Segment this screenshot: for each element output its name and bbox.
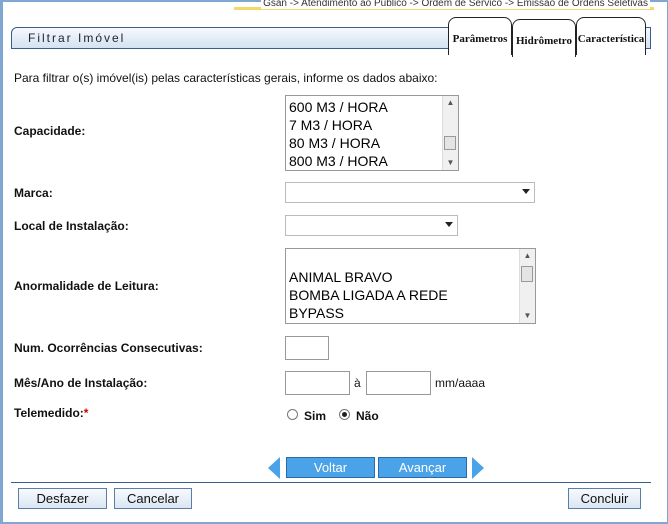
capacidade-listbox[interactable]: 600 M3 / HORA 7 M3 / HORA 80 M3 / HORA 8… bbox=[285, 95, 459, 171]
scroll-up-icon[interactable]: ▲ bbox=[443, 96, 458, 110]
local-instalacao-select[interactable] bbox=[285, 215, 458, 236]
scroll-down-icon[interactable]: ▼ bbox=[443, 156, 458, 170]
tab-hidrometro[interactable]: Hidrômetro bbox=[512, 19, 576, 57]
num-ocorrencias-label: Num. Ocorrências Consecutivas: bbox=[14, 341, 203, 355]
mes-ano-separator: à bbox=[354, 376, 361, 390]
telemedido-label: Telemedido:* bbox=[14, 406, 88, 420]
mes-ano-to-input[interactable] bbox=[366, 371, 431, 395]
local-instalacao-label: Local de Instalação: bbox=[14, 219, 129, 233]
anormalidade-scrollbar[interactable]: ▲ ▼ bbox=[519, 249, 535, 323]
num-ocorrencias-input[interactable] bbox=[285, 336, 329, 360]
telemedido-nao-label[interactable]: Não bbox=[356, 409, 379, 423]
divider bbox=[11, 482, 651, 483]
capacidade-label: Capacidade: bbox=[14, 124, 86, 138]
list-item[interactable]: 800 M3 / HORA bbox=[286, 152, 458, 170]
telemedido-sim-radio[interactable] bbox=[287, 409, 298, 420]
telemedido-nao-radio[interactable] bbox=[339, 409, 350, 420]
list-item[interactable]: BYPASS bbox=[286, 304, 535, 322]
desfazer-button[interactable]: Desfazer bbox=[18, 488, 107, 509]
mes-ano-format-hint: mm/aaaa bbox=[435, 376, 486, 390]
concluir-button[interactable]: Concluir bbox=[568, 488, 641, 509]
scroll-thumb[interactable] bbox=[444, 136, 456, 150]
page-title: Filtrar Imóvel bbox=[28, 31, 126, 45]
list-item[interactable]: 80 M3 / HORA bbox=[286, 134, 458, 152]
top-bar: Gsan -> Atendimento ao Publico -> Ordem … bbox=[0, 0, 668, 10]
chevron-down-icon bbox=[445, 222, 453, 227]
avancar-button[interactable]: Avançar bbox=[378, 457, 467, 478]
voltar-button[interactable]: Voltar bbox=[286, 457, 375, 478]
breadcrumb: Gsan -> Atendimento ao Publico -> Ordem … bbox=[261, 0, 650, 9]
arrow-left-icon[interactable] bbox=[268, 457, 280, 479]
capacidade-scrollbar[interactable]: ▲ ▼ bbox=[442, 96, 458, 170]
list-item[interactable]: 600 M3 / HORA bbox=[286, 98, 458, 116]
marca-label: Marca: bbox=[14, 186, 53, 200]
cancelar-button[interactable]: Cancelar bbox=[114, 488, 192, 509]
tab-caracteristica[interactable]: Característica bbox=[576, 17, 646, 55]
telemedido-sim-label[interactable]: Sim bbox=[304, 409, 326, 423]
chevron-down-icon bbox=[522, 189, 530, 194]
tab-parametros[interactable]: Parâmetros bbox=[448, 17, 512, 55]
mes-ano-from-input[interactable] bbox=[285, 371, 350, 395]
list-item[interactable]: 7 M3 / HORA bbox=[286, 116, 458, 134]
list-item[interactable]: ANIMAL BRAVO bbox=[286, 268, 535, 286]
required-mark: * bbox=[83, 406, 89, 420]
marca-select[interactable] bbox=[285, 182, 535, 203]
scroll-thumb[interactable] bbox=[521, 266, 533, 282]
list-item[interactable] bbox=[286, 250, 535, 268]
anormalidade-listbox[interactable]: ANIMAL BRAVO BOMBA LIGADA A REDE BYPASS … bbox=[285, 248, 536, 324]
anormalidade-label: Anormalidade de Leitura: bbox=[14, 279, 159, 293]
intro-text: Para filtrar o(s) imóvel(is) pelas carac… bbox=[14, 71, 438, 85]
scroll-down-icon[interactable]: ▼ bbox=[520, 309, 535, 323]
arrow-right-icon[interactable] bbox=[472, 457, 484, 479]
mes-ano-label: Mês/Ano de Instalação: bbox=[14, 376, 148, 390]
telemedido-label-text: Telemedido: bbox=[14, 406, 84, 420]
list-item[interactable]: BOMBA LIGADA A REDE bbox=[286, 286, 535, 304]
scroll-up-icon[interactable]: ▲ bbox=[520, 249, 535, 263]
